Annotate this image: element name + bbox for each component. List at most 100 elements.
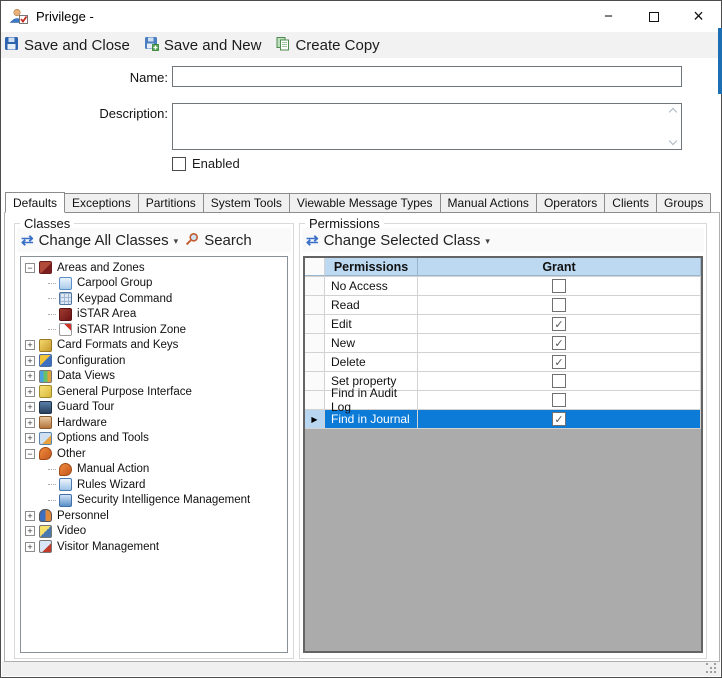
grant-checkbox[interactable]: ✓ (552, 412, 566, 426)
change-selected-class-button[interactable]: Change Selected Class (324, 232, 481, 249)
description-scrollbar[interactable] (665, 105, 680, 148)
tab-manual-actions[interactable]: Manual Actions (441, 193, 537, 213)
permission-row-no-access[interactable]: No Access (305, 277, 701, 296)
permission-label: Find in Journal (325, 410, 418, 428)
row-selector-cell (305, 277, 325, 295)
tab-operators[interactable]: Operators (537, 193, 605, 213)
resize-grip-icon[interactable] (706, 663, 717, 674)
tree-item-istar-area[interactable]: iSTAR Area (21, 307, 287, 323)
tree-item-visitor-management[interactable]: + Visitor Management (21, 539, 287, 555)
enabled-checkbox[interactable] (172, 157, 186, 171)
tree-item-istar-intrusion-zone[interactable]: iSTAR Intrusion Zone (21, 322, 287, 338)
tree-collapse-icon[interactable]: − (25, 449, 35, 459)
title-bar[interactable]: Privilege - − × (1, 1, 721, 32)
tab-exceptions[interactable]: Exceptions (65, 193, 139, 213)
name-input[interactable] (172, 66, 682, 87)
tree-item-security-intelligence-management[interactable]: Security Intelligence Management (21, 493, 287, 509)
tree-item-configuration[interactable]: + Configuration (21, 353, 287, 369)
tab-viewable-message-types[interactable]: Viewable Message Types (290, 193, 441, 213)
grant-cell[interactable] (418, 391, 701, 409)
tree-expand-icon[interactable]: + (25, 402, 35, 412)
grant-cell[interactable]: ✓ (418, 334, 701, 352)
tree-item-label: Keypad Command (77, 293, 172, 305)
grant-checkbox[interactable]: ✓ (552, 317, 566, 331)
maximize-button[interactable] (631, 1, 676, 32)
tree-item-carpool-group[interactable]: Carpool Group (21, 276, 287, 292)
grant-checkbox[interactable] (552, 298, 566, 312)
change-all-dropdown-icon[interactable]: ▾ (174, 236, 179, 247)
tree-item-guard-tour[interactable]: + Guard Tour (21, 400, 287, 416)
grant-checkbox[interactable] (552, 374, 566, 388)
tree-expand-icon[interactable]: + (25, 526, 35, 536)
tree-item-hardware[interactable]: + Hardware (21, 415, 287, 431)
tree-collapse-icon[interactable]: − (25, 263, 35, 273)
grant-cell[interactable] (418, 372, 701, 390)
save-and-close-button[interactable]: Save and Close (4, 36, 130, 55)
tree-item-personnel[interactable]: + Personnel (21, 508, 287, 524)
tree-item-options-and-tools[interactable]: + Options and Tools (21, 431, 287, 447)
grant-cell[interactable] (418, 296, 701, 314)
classes-tree: − Areas and Zones Carpool Group Keypad C… (20, 256, 288, 653)
tree-expand-icon[interactable]: + (25, 511, 35, 521)
minimize-button[interactable]: − (586, 1, 631, 32)
permission-row-read[interactable]: Read (305, 296, 701, 315)
create-copy-button[interactable]: Create Copy (275, 36, 379, 55)
tab-system-tools[interactable]: System Tools (204, 193, 290, 213)
window-title: Privilege - (36, 9, 94, 24)
scroll-down-icon[interactable] (668, 137, 676, 145)
privilege-dialog-window: Privilege - − × Save and Close Save and … (0, 0, 722, 678)
change-selected-dropdown-icon[interactable]: ▾ (485, 236, 490, 247)
grant-cell[interactable]: ✓ (418, 315, 701, 333)
tree-item-label: iSTAR Area (77, 308, 136, 320)
tree-expand-icon[interactable]: + (25, 542, 35, 552)
tree-expand-icon[interactable]: + (25, 371, 35, 381)
tree-expand-icon[interactable]: + (25, 418, 35, 428)
tree-item-general-purpose-interface[interactable]: + General Purpose Interface (21, 384, 287, 400)
change-all-classes-button[interactable]: Change All Classes (39, 232, 169, 249)
tree-item-video[interactable]: + Video (21, 524, 287, 540)
tree-expand-icon[interactable]: + (25, 340, 35, 350)
tree-expand-icon[interactable]: + (25, 356, 35, 366)
tree-connector (48, 469, 56, 470)
create-copy-label: Create Copy (295, 37, 379, 54)
grant-checkbox[interactable] (552, 393, 566, 407)
permission-row-find-in-audit-log[interactable]: Find in Audit Log (305, 391, 701, 410)
grant-cell[interactable]: ✓ (418, 410, 701, 428)
search-button[interactable]: Search (204, 232, 252, 249)
grant-checkbox[interactable]: ✓ (552, 336, 566, 350)
grant-checkbox[interactable]: ✓ (552, 355, 566, 369)
grant-cell[interactable] (418, 277, 701, 295)
tree-item-manual-action[interactable]: Manual Action (21, 462, 287, 478)
grant-cell[interactable]: ✓ (418, 353, 701, 371)
description-input[interactable] (173, 104, 664, 149)
description-label: Description: (56, 106, 168, 121)
save-and-new-button[interactable]: Save and New (144, 36, 262, 55)
permission-row-new[interactable]: New ✓ (305, 334, 701, 353)
tab-clients[interactable]: Clients (605, 193, 657, 213)
tree-item-other[interactable]: − Other (21, 446, 287, 462)
tree-item-card-formats-and-keys[interactable]: + Card Formats and Keys (21, 338, 287, 354)
close-button[interactable]: × (676, 1, 721, 32)
tree-expand-icon[interactable]: + (25, 433, 35, 443)
permission-row-find-in-journal[interactable]: ▶ Find in Journal ✓ (305, 410, 701, 429)
tree-expand-icon[interactable]: + (25, 387, 35, 397)
permission-row-delete[interactable]: Delete ✓ (305, 353, 701, 372)
tree-connector (48, 283, 56, 284)
permission-row-edit[interactable]: Edit ✓ (305, 315, 701, 334)
grant-column-header[interactable]: Grant (418, 258, 701, 276)
tree-item-areas-and-zones[interactable]: − Areas and Zones (21, 260, 287, 276)
scroll-up-icon[interactable] (668, 108, 676, 116)
tab-defaults[interactable]: Defaults (5, 192, 65, 213)
tab-groups[interactable]: Groups (657, 193, 711, 213)
tree-item-label: Other (57, 448, 86, 460)
row-selector-cell (305, 334, 325, 352)
tab-strip: Defaults Exceptions Partitions System To… (5, 193, 711, 214)
tab-partitions[interactable]: Partitions (139, 193, 204, 213)
tree-item-label: Manual Action (77, 463, 149, 475)
grant-checkbox[interactable] (552, 279, 566, 293)
tree-item-rules-wizard[interactable]: Rules Wizard (21, 477, 287, 493)
tree-item-keypad-command[interactable]: Keypad Command (21, 291, 287, 307)
tree-item-data-views[interactable]: + Data Views (21, 369, 287, 385)
istar-area-icon (59, 308, 72, 321)
permissions-column-header[interactable]: Permissions (325, 258, 418, 276)
